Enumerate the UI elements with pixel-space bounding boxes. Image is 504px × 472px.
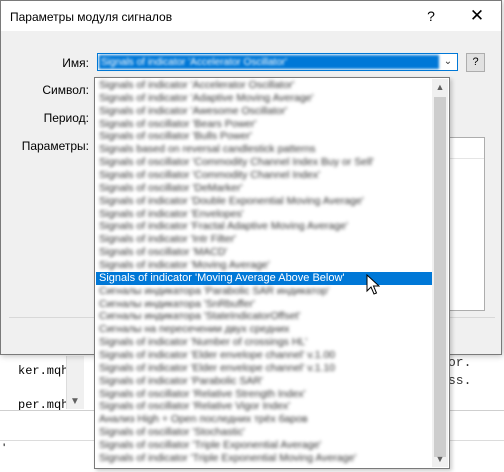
dropdown-item[interactable]: Signals of oscillator 'Triple Exponentia… [96, 439, 433, 452]
name-combobox-value: Signals of indicator 'Accelerator Oscill… [99, 55, 439, 69]
scroll-down-icon[interactable]: ▼ [432, 451, 448, 467]
dropdown-item[interactable]: Signals of indicator 'Awesome Oscillator… [96, 105, 433, 118]
params-label: Параметры: [21, 139, 89, 153]
file-item[interactable]: ker.mqh [18, 364, 68, 378]
dropdown-item[interactable]: Signals of indicator 'Elder envelope cha… [96, 362, 433, 375]
dropdown-item[interactable]: Signals of indicator 'Fractal Adaptive M… [96, 220, 433, 233]
dropdown-item[interactable]: Signals of oscillator 'Relative Vigor In… [96, 400, 433, 413]
dropdown-item[interactable]: Signals of indicator 'Envelopes' [96, 208, 433, 221]
dropdown-item[interactable]: Signals of oscillator 'Bears Power' [96, 118, 433, 131]
dropdown-item[interactable]: Signals of oscillator 'Relative Strength… [96, 388, 433, 401]
dropdown-item[interactable]: Сигналы индикатора 'Parabolic SAR индика… [96, 285, 433, 298]
dialog-title: Параметры модуля сигналов [10, 10, 173, 24]
dropdown-item[interactable]: Сигналы индикатора 'StateIndicatorOffset… [96, 310, 433, 323]
close-button[interactable]: ✕ [463, 5, 491, 27]
edit-module-button[interactable]: ? [466, 53, 485, 72]
code-line: ss. [448, 373, 472, 388]
name-combobox[interactable]: Signals of indicator 'Accelerator Oscill… [97, 53, 458, 71]
title-bar[interactable]: Параметры модуля сигналов ? ✕ [1, 1, 501, 31]
dropdown-item[interactable]: Сигналы на пересечении двух средних [96, 323, 433, 336]
dropdown-item[interactable]: Signals of indicator 'Accelerator Oscill… [96, 79, 433, 92]
dropdown-scrollbar[interactable]: ▲ ▼ [432, 79, 448, 467]
dropdown-item-selected[interactable]: Signals of indicator 'Moving Average Abo… [96, 271, 433, 285]
dropdown-item[interactable]: Анализ High + Open последних трёх баров [96, 413, 433, 426]
dropdown-item[interactable]: Signals of indicator 'Number of crossing… [96, 336, 433, 349]
period-label: Период: [43, 111, 89, 125]
name-label: Имя: [62, 56, 89, 70]
dropdown-items: Signals of indicator 'Accelerator Oscill… [96, 79, 433, 465]
dropdown-item[interactable]: Signals of oscillator 'Stochastic' [96, 426, 433, 439]
help-button[interactable]: ? [419, 5, 443, 27]
dropdown-item[interactable]: Signals of oscillator 'Commodity Channel… [96, 169, 433, 182]
dropdown-item[interactable]: Signals of indicator 'Elder envelope cha… [96, 349, 433, 362]
dropdown-item[interactable]: Signals of indicator 'Parabolic SAR' [96, 375, 433, 388]
dropdown-item[interactable]: Signals of oscillator 'DeMarker' [96, 182, 433, 195]
symbol-label: Символ: [42, 83, 89, 97]
scroll-thumb[interactable] [434, 97, 446, 457]
mouse-cursor-icon [366, 274, 380, 295]
dropdown-item[interactable]: Signals of oscillator 'Commodity Channel… [96, 156, 433, 169]
dropdown-item[interactable]: Signals of oscillator 'MACD' [96, 246, 433, 259]
dropdown-item[interactable]: Signals of oscillator 'Bulls Power' [96, 130, 433, 143]
dropdown-item[interactable]: Signals of indicator 'Adaptive Moving Av… [96, 92, 433, 105]
background-scrollbar[interactable]: ▼ [66, 356, 84, 409]
code-line: or. [448, 355, 472, 370]
dropdown-item[interactable]: Signals of indicator 'Double Exponential… [96, 195, 433, 208]
scroll-up-icon[interactable]: ▲ [432, 79, 448, 95]
scroll-down-icon[interactable]: ▼ [70, 396, 80, 407]
dropdown-item[interactable]: Signals of indicator 'Intr Filter' [96, 233, 433, 246]
dropdown-item[interactable]: Сигналы индикатора 'SnRbuffer' [96, 298, 433, 311]
dropdown-item[interactable]: Signals based on reversal candlestick pa… [96, 143, 433, 156]
background-code-text: or. ss. [448, 355, 504, 391]
dropdown-item[interactable]: Signals of indicator 'Triple Exponential… [96, 452, 433, 465]
background-quote-char: ' [3, 441, 6, 455]
dropdown-item[interactable]: Signals of indicator 'Moving Average' [96, 259, 433, 272]
name-dropdown-list[interactable]: Signals of indicator 'Accelerator Oscill… [94, 77, 450, 469]
chevron-down-icon[interactable]: ⌄ [441, 54, 455, 70]
